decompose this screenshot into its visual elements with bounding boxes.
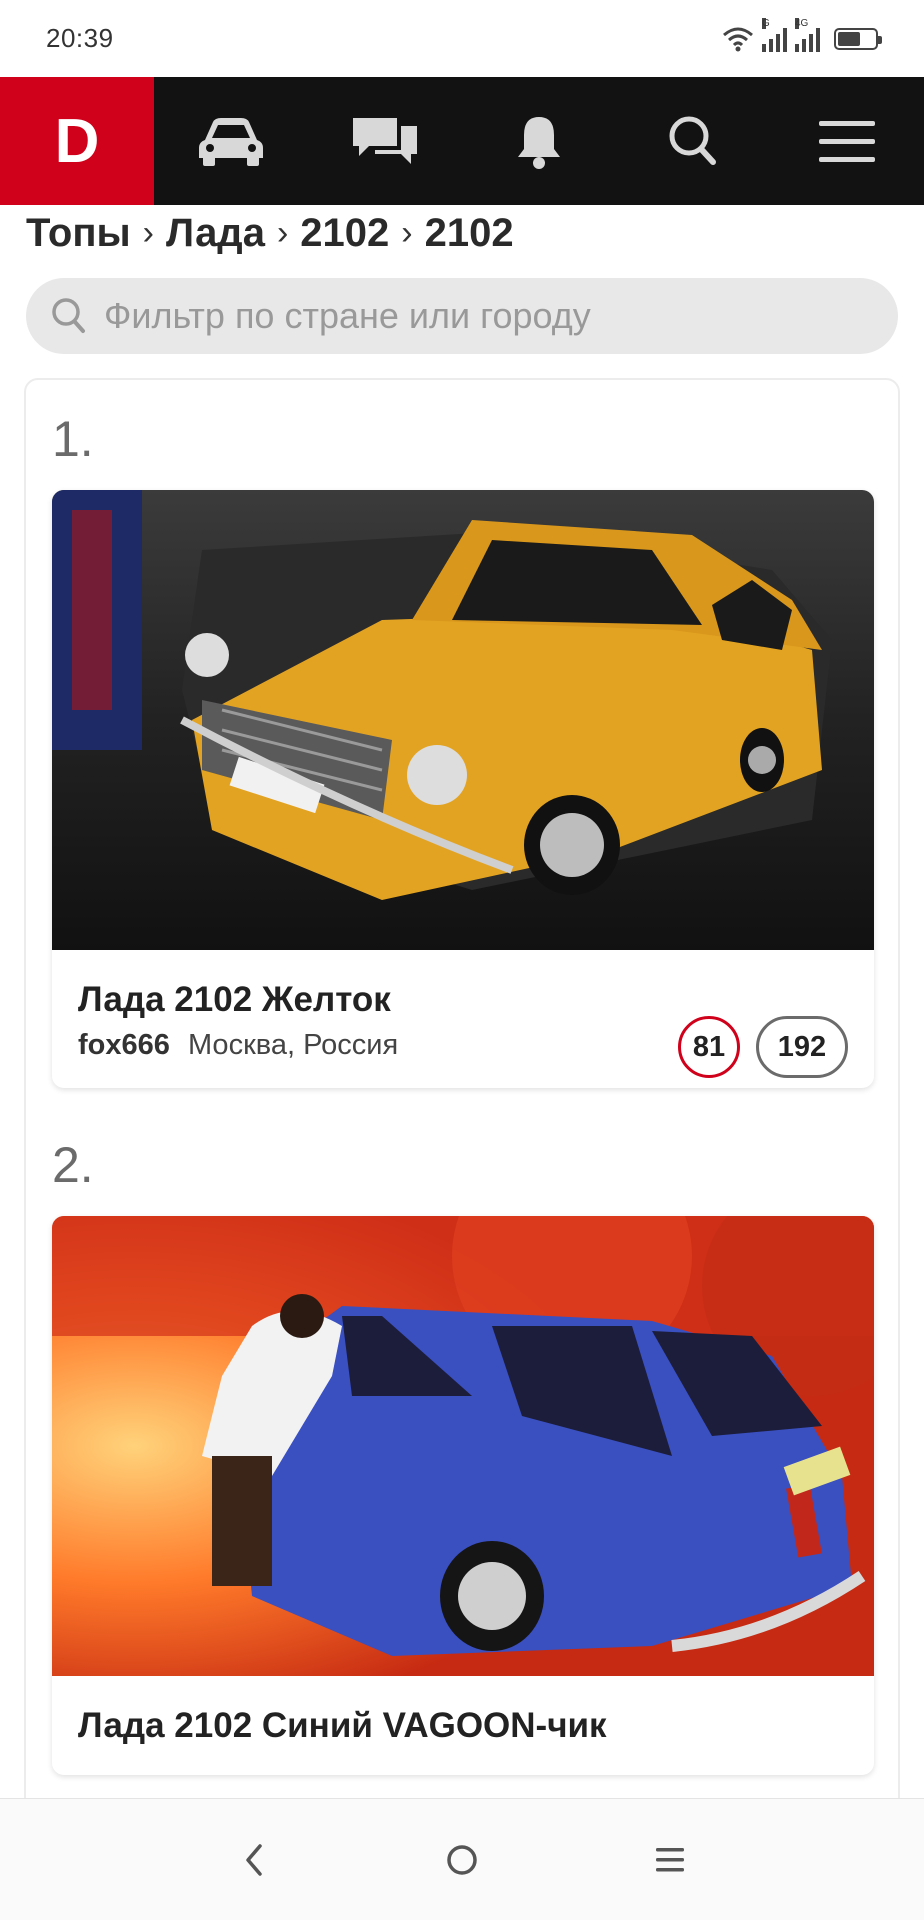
network-type-label-2: 4G [795,17,809,29]
back-icon [246,1843,262,1876]
car-photo-image [52,1216,874,1676]
bell-icon [518,117,560,169]
city-filter[interactable] [26,278,898,354]
search-icon [669,116,716,165]
system-home-button[interactable] [422,1820,502,1900]
top-navigation: D [0,77,924,205]
home-icon [447,1844,477,1875]
nav-messages-button[interactable] [308,77,462,205]
battery-icon [834,27,882,50]
status-bar: 20:39 G 4G [0,0,924,77]
menu-icon [819,121,875,162]
rank-number: 2. [52,1137,94,1193]
wifi-icon [723,27,753,51]
signal-icon-1: G [762,17,787,52]
nav-notifications-button[interactable] [462,77,616,205]
nav-search-button[interactable] [616,77,770,205]
breadcrumb-separator: › [142,213,154,252]
breadcrumb: Топы › Лада › 2102 › 2102 [26,205,514,261]
tops-list: 1. Лада 2102 Желток fox666 Москва, Росси… [24,378,900,1920]
breadcrumb-separator: › [401,213,413,252]
car-card[interactable]: Лада 2102 Синий VAGOON-чик [52,1216,874,1775]
car-photo-image [52,490,874,950]
status-time: 20:39 [46,23,114,53]
logo-letter: D [54,106,100,176]
car-card-info: Лада 2102 Синий VAGOON-чик [52,1676,874,1775]
likes-badge: 192 [756,1016,848,1078]
city-filter-input[interactable] [104,295,864,337]
owner-location: Москва, Россия [187,1029,399,1061]
car-title[interactable]: Лада 2102 Желток [78,976,638,1023]
car-title[interactable]: Лада 2102 Синий VAGOON-чик [78,1702,638,1749]
car-stats: 81 192 [678,1016,848,1078]
nav-menu-button[interactable] [770,77,924,205]
network-type-label-1: G [762,17,770,29]
car-photo[interactable] [52,1216,874,1676]
car-card[interactable]: Лада 2102 Желток fox666 Москва, Россия 8… [52,490,874,1088]
app-screen: 20:39 G 4G D Топы › Лада › 2102 › 2102 Ф… [0,0,924,1920]
rank-number: 1. [52,411,94,467]
car-card-info: Лада 2102 Желток fox666 Москва, Россия 8… [52,950,874,1088]
system-recents-button[interactable] [630,1820,710,1900]
owner-username[interactable]: fox666 [78,1029,170,1061]
breadcrumb-item-model[interactable]: 2102 [300,211,389,256]
nav-cars-button[interactable] [154,77,308,205]
search-icon [52,298,85,333]
chat-icon [353,118,417,164]
car-icon [199,118,263,166]
car-photo[interactable] [52,490,874,950]
breadcrumb-item-tops[interactable]: Топы [26,211,131,256]
system-navigation-bar [0,1798,924,1920]
recents-icon [656,1847,684,1871]
breadcrumb-item-brand[interactable]: Лада [166,211,265,256]
rating-badge: 81 [678,1016,740,1078]
drive2-logo[interactable]: D [0,77,154,205]
breadcrumb-separator: › [276,213,289,252]
signal-icon-2: 4G [795,17,820,52]
status-icons: G 4G [722,17,882,52]
system-back-button[interactable] [214,1820,294,1900]
breadcrumb-item-current: 2102 [424,210,514,255]
